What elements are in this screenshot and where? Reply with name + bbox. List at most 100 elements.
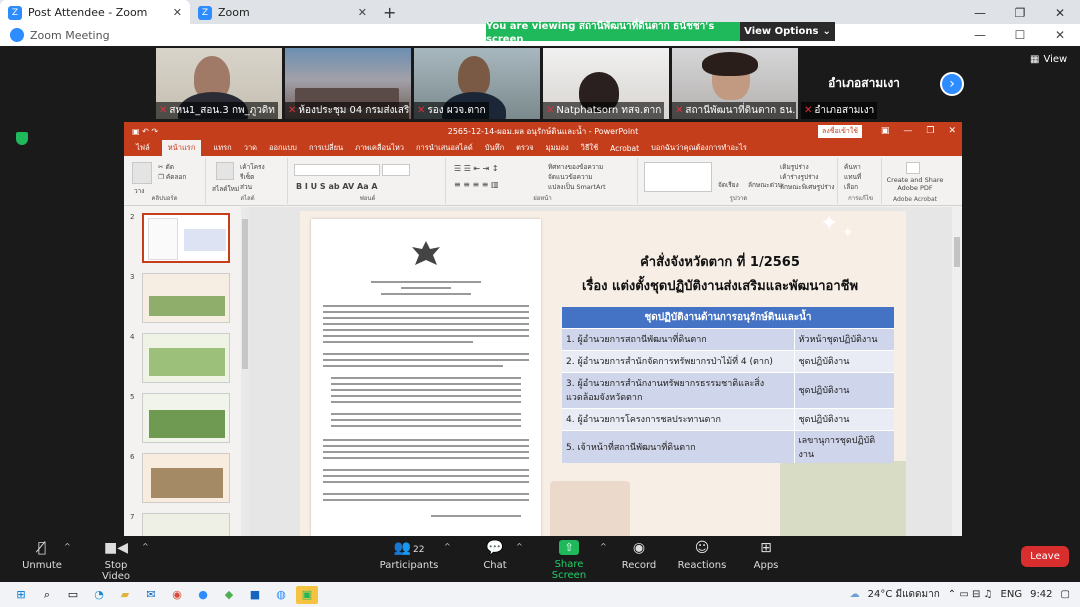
find-button[interactable]: ค้นหา — [844, 162, 861, 172]
minimize-icon[interactable]: — — [960, 28, 1000, 42]
app-icon[interactable]: ◍ — [270, 586, 292, 604]
language-indicator[interactable]: ENG — [1001, 589, 1023, 600]
cut-icon[interactable]: ✂ ตัด — [158, 162, 174, 172]
reset-button[interactable]: รีเซ็ต — [240, 172, 254, 182]
layout-button[interactable]: เค้าโครง — [240, 162, 265, 172]
new-tab-button[interactable]: + — [375, 0, 404, 25]
ribbon-tab[interactable]: บันทึก — [485, 142, 504, 154]
notifications-icon[interactable]: ▢ — [1061, 589, 1070, 600]
chrome-icon[interactable]: ◉ — [166, 586, 188, 604]
next-page-button[interactable]: › — [940, 72, 964, 96]
record-button[interactable]: ◉ Record — [622, 540, 657, 571]
participant-tile[interactable]: อำเภอสามเงา ✕ อำเภอสามเงา — [801, 48, 927, 119]
ribbon-tab[interactable]: วิธีใช้ — [581, 142, 599, 154]
mail-icon[interactable]: ✉ — [140, 586, 162, 604]
ribbon-tab[interactable]: Acrobat — [610, 144, 639, 153]
stop-video-button[interactable]: ■◀ Stop Video — [90, 540, 142, 582]
leave-button[interactable]: Leave — [1021, 546, 1069, 567]
ribbon-tab[interactable]: มุมมอง — [546, 142, 569, 154]
shape-outline-button[interactable]: เค้าร่างรูปร่าง — [780, 172, 818, 182]
slide-thumbnail[interactable] — [142, 213, 230, 263]
ribbon-tab[interactable]: วาด — [244, 142, 257, 154]
slide-thumbnail[interactable] — [142, 453, 230, 503]
view-button[interactable]: ▦ View — [1030, 54, 1067, 65]
close-icon[interactable]: ✕ — [1040, 6, 1080, 20]
font-style-buttons[interactable]: B I U S ab AV Aa A — [296, 182, 378, 191]
minimize-icon[interactable]: — — [903, 126, 912, 136]
participant-tile[interactable]: ✕ ห้องประชุม 04 กรมส่งเสริ... — [285, 48, 411, 119]
list-buttons[interactable]: ☰ ☰ ⇤ ⇥ ↕ — [454, 164, 499, 173]
new-slide-icon[interactable] — [216, 162, 234, 180]
paste-icon[interactable] — [132, 162, 152, 184]
ribbon-tab[interactable]: ตรวจ — [516, 142, 534, 154]
shape-effects-button[interactable]: ลักษณะพิเศษรูปร่าง — [780, 182, 835, 192]
participant-tile[interactable]: ✕ สถานีพัฒนาที่ดินตาก ธน... — [672, 48, 798, 119]
maximize-icon[interactable]: ☐ — [1000, 28, 1040, 42]
smartart-button[interactable]: แปลงเป็น SmartArt — [548, 182, 606, 192]
slide-thumbnail[interactable] — [142, 393, 230, 443]
ribbon-tab[interactable]: ภาพเคลื่อนไหว — [355, 142, 404, 154]
shape-fill-button[interactable]: เติมรูปร่าง — [780, 162, 809, 172]
edge-icon[interactable]: ◔ — [88, 586, 110, 604]
minimize-icon[interactable]: — — [960, 6, 1000, 20]
pdf-icon[interactable] — [906, 162, 920, 174]
ribbon-tab[interactable]: ไฟล์ — [136, 142, 150, 154]
unmute-button[interactable]: 🎙̸ Unmute — [22, 540, 62, 571]
ribbon-display-icon[interactable]: ▣ — [881, 126, 890, 136]
participant-tile[interactable]: ✕ สหน1_สอน.3 กพ_ภูวดิท — [156, 48, 282, 119]
ribbon-tab[interactable]: การนำเสนอสไลด์ — [416, 142, 473, 154]
align-buttons[interactable]: ≡ ≡ ≡ ≡ ▥ — [454, 180, 499, 189]
arrange-button[interactable]: จัดเรียง — [718, 180, 739, 190]
reactions-button[interactable]: ☺ Reactions — [678, 540, 727, 571]
share-screen-button[interactable]: ⇧ Share Screen — [540, 540, 598, 581]
close-icon[interactable]: ✕ — [1040, 28, 1080, 42]
restore-icon[interactable]: ❐ — [1000, 6, 1040, 20]
weather-label[interactable]: 24°C มีแดดมาก — [868, 587, 940, 602]
font-size-dropdown[interactable] — [382, 164, 410, 176]
create-pdf-button[interactable]: Create and Share Adobe PDF — [886, 176, 944, 192]
file-explorer-icon[interactable]: ▰ — [114, 586, 136, 604]
slide-thumbnail[interactable] — [142, 333, 230, 383]
select-button[interactable]: เลือก — [844, 182, 858, 192]
slide-scrollbar[interactable] — [952, 207, 962, 536]
search-icon[interactable]: ⌕ — [36, 586, 58, 604]
font-name-dropdown[interactable] — [294, 164, 380, 176]
close-tab-icon[interactable]: ✕ — [358, 6, 367, 19]
line-app-icon[interactable]: ▣ — [296, 585, 318, 604]
task-view-icon[interactable]: ▭ — [62, 586, 84, 604]
app-icon[interactable]: ■ — [244, 586, 266, 604]
restore-icon[interactable]: ❐ — [926, 126, 934, 136]
signin-button[interactable]: ลงชื่อเข้าใช้ — [818, 124, 862, 138]
shared-screen-powerpoint[interactable]: ▣ ↶ ↷ 2565-12-14-ผอม.ผล อนุรักษ์ดินและน้… — [124, 122, 962, 536]
windows-start-icon[interactable]: ⊞ — [10, 586, 32, 604]
ribbon-tab[interactable]: การเปลี่ยน — [309, 142, 343, 154]
zoom-taskbar-icon[interactable]: ● — [192, 586, 214, 604]
chat-button[interactable]: 💬 Chat — [482, 540, 508, 571]
tray-icons[interactable]: ⌃ ▭ ⊟ ♫ — [948, 589, 993, 600]
thumbnail-scrollbar[interactable] — [241, 207, 249, 536]
encryption-shield-icon[interactable] — [16, 132, 28, 145]
slide-thumbnail[interactable] — [142, 273, 230, 323]
ribbon-tab[interactable]: แทรก — [213, 142, 231, 154]
quick-styles-button[interactable]: ลักษณะด่วน — [748, 180, 782, 190]
section-button[interactable]: ส่วน — [240, 182, 252, 192]
participants-button[interactable]: 👥 22 Participants — [380, 540, 439, 571]
shapes-gallery[interactable] — [644, 162, 712, 192]
participant-tile[interactable]: ✕ รอง ผวจ.ตาก — [414, 48, 540, 119]
replace-button[interactable]: แทนที่ — [844, 172, 861, 182]
copy-icon[interactable]: ❐ คัดลอก — [158, 172, 186, 182]
text-direction-button[interactable]: ทิศทางของข้อความ — [548, 162, 603, 172]
close-icon[interactable]: ✕ — [948, 126, 956, 136]
ribbon-tab-home[interactable]: หน้าแรก — [161, 140, 202, 156]
slide-thumbnail[interactable] — [142, 513, 230, 536]
view-options-button[interactable]: View Options ⌄ — [740, 22, 835, 41]
browser-tab-post-attendee[interactable]: Z Post Attendee - Zoom ✕ — [0, 0, 190, 25]
close-tab-icon[interactable]: ✕ — [173, 6, 182, 19]
browser-tab-zoom[interactable]: Z Zoom ✕ — [190, 0, 375, 25]
current-slide[interactable]: ✦ ✦ คำสั่งจังหวัดตาก ที่ 1/2565 เรื่อง แ… — [300, 211, 906, 536]
apps-button[interactable]: ⊞ Apps — [754, 540, 779, 571]
participant-tile[interactable]: ✕ Natphatsorn ทสจ.ตาก — [543, 48, 669, 119]
app-icon[interactable]: ◆ — [218, 586, 240, 604]
tell-me-search[interactable]: บอกฉันว่าคุณต้องการทำอะไร — [651, 142, 747, 154]
clock[interactable]: 9:42 — [1030, 589, 1052, 600]
